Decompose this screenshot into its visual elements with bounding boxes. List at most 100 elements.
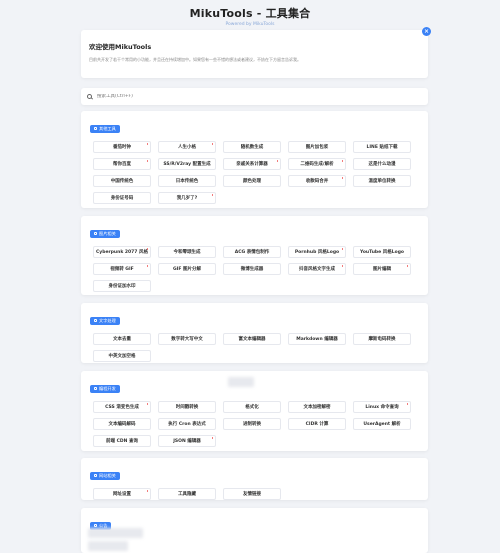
folder-icon — [94, 127, 97, 130]
tool-button[interactable]: 图片编辑 — [353, 263, 411, 275]
tool-label: 颜色处理 — [243, 179, 261, 184]
section-site-tools: 网站相关 网址设置 工具隐藏 友情链接 — [81, 458, 428, 500]
tool-button[interactable]: 抖音风格文字生成 — [288, 263, 346, 275]
tool-button[interactable]: 文本编码解码 — [93, 418, 151, 430]
tool-button[interactable]: ACG 表情包制作 — [223, 246, 281, 258]
tool-button[interactable]: SS/R/V2ray 配置生成 — [158, 158, 216, 170]
tool-button[interactable]: 摩斯电码转换 — [353, 333, 411, 345]
tool-button[interactable]: 进制转换 — [223, 418, 281, 430]
tool-button[interactable]: Cyberpunk 2077 风格 — [93, 246, 151, 258]
tool-label: YouTube 风格Logo — [359, 250, 405, 255]
new-badge-dot — [406, 265, 408, 267]
tool-button[interactable]: 友情链接 — [223, 488, 281, 500]
tool-button[interactable]: Markdown 编辑器 — [288, 333, 346, 345]
tool-button[interactable]: 身份证号码 — [93, 192, 151, 204]
tool-button[interactable]: 前端 CDN 查询 — [93, 435, 151, 447]
tool-button[interactable]: LINE 贴纸下载 — [353, 141, 411, 153]
tool-button[interactable]: 中英文加空格 — [93, 350, 151, 362]
tool-button[interactable]: GIF 图片分解 — [158, 263, 216, 275]
tool-label: Markdown 编辑器 — [296, 337, 338, 342]
new-badge-dot — [341, 265, 343, 267]
tool-label: 执行 Cron 表达式 — [168, 422, 206, 427]
tool-button[interactable]: 数字转大写中文 — [158, 333, 216, 345]
tool-button[interactable]: 我几岁了? — [158, 192, 216, 204]
section-text-tools: 文字处理 文本去重 数字转大写中文 富文本编辑器 Markdown 编辑器 摩斯电码转换… — [81, 303, 428, 363]
new-badge-dot — [211, 143, 213, 145]
tool-label: 中国传统色 — [110, 179, 134, 184]
folder-icon — [94, 319, 97, 322]
tool-button[interactable]: 这是什么动漫 — [353, 158, 411, 170]
section-image-tools: 图片相关 Cyberpunk 2077 风格 今和零颂生成 ACG 表情包制作 Por… — [81, 216, 428, 295]
tool-label: 番茄时钟 — [113, 145, 131, 150]
tool-grid: 文本去重 数字转大写中文 富文本编辑器 Markdown 编辑器 摩斯电码转换中英文加空… — [87, 333, 422, 362]
tool-button[interactable]: 执行 Cron 表达式 — [158, 418, 216, 430]
tool-button[interactable]: 今和零颂生成 — [158, 246, 216, 258]
new-badge-dot — [146, 490, 148, 492]
section-tag: 文字处理 — [90, 316, 120, 325]
tool-button[interactable]: Pornhub 风格Logo — [288, 246, 346, 258]
tool-label: 随机数生成 — [240, 145, 264, 150]
tool-button[interactable]: 中国传统色 — [93, 175, 151, 187]
tool-label: 日本传统色 — [175, 179, 199, 184]
tool-button[interactable]: 随机数生成 — [223, 141, 281, 153]
tool-label: 身份证号码 — [110, 196, 134, 201]
megaphone-icon — [94, 524, 97, 527]
new-badge-dot — [146, 160, 148, 162]
tool-grid: 番茄时钟 人生小格 随机数生成 图片加包浆 LINE 贴纸下载帮你百度 SS/R/V2ra… — [87, 141, 422, 204]
tool-button[interactable]: 视频转 GIF — [93, 263, 151, 275]
tool-button[interactable]: 文本去重 — [93, 333, 151, 345]
tool-label: 身份证加水印 — [108, 284, 136, 289]
tool-button[interactable]: 温度单位转换 — [353, 175, 411, 187]
tool-label: CIDR 计算 — [305, 422, 329, 427]
tool-button[interactable]: Linux 命令查询 — [353, 401, 411, 413]
tool-button[interactable]: 日本传统色 — [158, 175, 216, 187]
tool-button[interactable]: 格式化 — [223, 401, 281, 413]
tool-button[interactable]: 帮你百度 — [93, 158, 151, 170]
section-title: 编程开发 — [99, 385, 116, 391]
tool-label: 格式化 — [245, 405, 259, 410]
tool-button[interactable]: UserAgent 解析 — [353, 418, 411, 430]
tool-label: 人生小格 — [178, 145, 196, 150]
section-dev-tools: 编程开发 CSS 渐变色生成 时间戳转换 格式化 文本加密解密 Linux 命令查询文本… — [81, 371, 428, 451]
tool-button[interactable]: 时间戳转换 — [158, 401, 216, 413]
tool-label: 亲戚关系计算器 — [236, 162, 268, 167]
tool-button[interactable]: 文本加密解密 — [288, 401, 346, 413]
tool-button[interactable]: CIDR 计算 — [288, 418, 346, 430]
page-header: MikuTools - 工具集合 Powered by MikuTools — [0, 0, 500, 28]
tool-button[interactable]: 富文本编辑器 — [223, 333, 281, 345]
tool-label: 文本编码解码 — [108, 422, 136, 427]
folder-icon — [94, 232, 97, 235]
tool-label: 二维码生成/解析 — [300, 162, 334, 167]
section-tag: 网站相关 — [90, 471, 120, 480]
tool-button[interactable]: 工具隐藏 — [158, 488, 216, 500]
tool-label: 图片加包浆 — [305, 145, 329, 150]
tool-button[interactable]: 微博生成器 — [223, 263, 281, 275]
welcome-description: 目前共开发了若干个常用的小功能，并且还在持续增加中。如果您有一些不错的想法或者建… — [89, 57, 301, 62]
tool-label: 抖音风格文字生成 — [299, 267, 335, 272]
tool-button[interactable]: 图片加包浆 — [288, 141, 346, 153]
tool-button[interactable]: 人生小格 — [158, 141, 216, 153]
tool-label: 进制转换 — [243, 422, 261, 427]
section-title: 图片相关 — [99, 230, 116, 236]
search-bar[interactable] — [81, 88, 428, 105]
tool-button[interactable]: 身份证加水印 — [93, 280, 151, 292]
tool-label: 摩斯电码转换 — [368, 337, 396, 342]
tool-label: 工具隐藏 — [178, 492, 196, 497]
tool-button[interactable]: 番茄时钟 — [93, 141, 151, 153]
tool-button[interactable]: 收款码合并 — [288, 175, 346, 187]
tool-label: Linux 命令查询 — [365, 405, 399, 410]
tool-label: UserAgent 解析 — [363, 422, 401, 427]
close-icon[interactable]: × — [422, 27, 431, 36]
new-badge-dot — [341, 248, 343, 250]
tool-button[interactable]: 颜色处理 — [223, 175, 281, 187]
new-badge-dot — [146, 403, 148, 405]
tool-button[interactable]: JSON 编辑器 — [158, 435, 216, 447]
tool-button[interactable]: 网址设置 — [93, 488, 151, 500]
tool-label: 图片编辑 — [373, 267, 391, 272]
tool-button[interactable]: YouTube 风格Logo — [353, 246, 411, 258]
tool-button[interactable]: CSS 渐变色生成 — [93, 401, 151, 413]
search-input[interactable] — [97, 94, 297, 99]
tool-button[interactable]: 二维码生成/解析 — [288, 158, 346, 170]
tool-label: Cyberpunk 2077 风格 — [95, 250, 148, 255]
tool-button[interactable]: 亲戚关系计算器 — [223, 158, 281, 170]
